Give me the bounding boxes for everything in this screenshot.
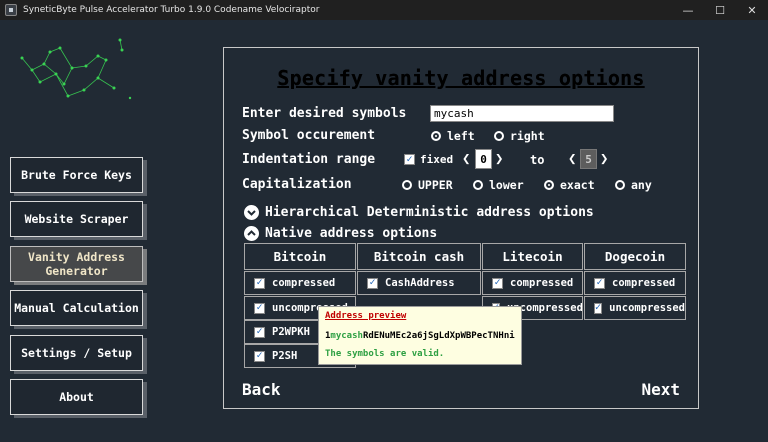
address-preview-tooltip: Address preview 1mycashRdENuMEc2a6jSgLdX…: [318, 306, 522, 365]
occurrence-label: Symbol occurement: [242, 128, 376, 143]
tooltip-title: Address preview: [325, 311, 407, 321]
indentation-label: Indentation range: [242, 152, 376, 167]
radio-upper-dot[interactable]: [402, 180, 412, 190]
doge-uncompressed-check-icon[interactable]: ✓: [594, 302, 603, 314]
close-button[interactable]: ✕: [736, 0, 768, 20]
radio-exact[interactable]: exact: [544, 178, 595, 192]
chevron-down-icon[interactable]: [244, 205, 259, 220]
doge-compressed-option[interactable]: ✓ compressed: [584, 271, 686, 295]
range-to-decrement-icon[interactable]: ❮: [568, 151, 576, 167]
nav-manual-calculation[interactable]: Manual Calculation: [10, 290, 143, 326]
symbols-input[interactable]: mycash: [430, 105, 614, 122]
radio-lower-dot[interactable]: [473, 180, 483, 190]
native-options-expander[interactable]: Native address options: [244, 226, 437, 241]
back-button[interactable]: Back: [242, 380, 281, 399]
btc-uncompressed-check-icon[interactable]: ✓: [254, 302, 265, 314]
radio-any-dot[interactable]: [615, 180, 625, 190]
ltc-compressed-check-icon[interactable]: ✓: [492, 277, 503, 289]
maximize-button[interactable]: ☐: [704, 0, 736, 20]
radio-any[interactable]: any: [615, 178, 652, 192]
nav-settings-setup[interactable]: Settings / Setup: [10, 335, 143, 371]
radio-left-dot[interactable]: [431, 131, 441, 141]
radio-lower[interactable]: lower: [473, 178, 524, 192]
constellation-logo: [20, 38, 132, 100]
window-title: SyneticByte Pulse Accelerator Turbo 1.9.…: [23, 5, 320, 15]
nav-brute-force-keys[interactable]: Brute Force Keys: [10, 157, 143, 193]
ltc-compressed-option[interactable]: ✓ compressed: [482, 271, 583, 295]
title-bar: SyneticByte Pulse Accelerator Turbo 1.9.…: [0, 0, 768, 20]
radio-right-dot[interactable]: [494, 131, 504, 141]
column-header-bitcoin-cash: Bitcoin cash: [357, 243, 481, 270]
column-header-bitcoin: Bitcoin: [244, 243, 356, 270]
symbols-label: Enter desired symbols: [242, 106, 407, 121]
btc-compressed-option[interactable]: ✓ compressed: [244, 271, 356, 295]
chevron-up-icon[interactable]: [244, 226, 259, 241]
minimize-button[interactable]: —: [672, 0, 704, 20]
next-button[interactable]: Next: [641, 380, 680, 399]
fixed-checkbox[interactable]: ✓ fixed: [404, 153, 453, 166]
address-preview: 1mycashRdENuMEc2a6jSgLdXpWBPecTNHni: [325, 331, 515, 341]
nav-vanity-address-generator[interactable]: Vanity Address Generator: [10, 246, 143, 282]
doge-compressed-check-icon[interactable]: ✓: [594, 277, 605, 289]
range-to-value: 5: [580, 149, 597, 169]
validation-status: The symbols are valid.: [325, 349, 445, 359]
capitalization-label: Capitalization: [242, 177, 352, 192]
btc-p2wpkh-check-icon[interactable]: ✓: [254, 326, 265, 338]
address-symbols: mycash: [330, 331, 363, 341]
btc-compressed-check-icon[interactable]: ✓: [254, 277, 265, 289]
nav-about[interactable]: About: [10, 379, 143, 415]
hd-options-expander[interactable]: Hierarchical Deterministic address optio…: [244, 205, 594, 220]
radio-exact-dot[interactable]: [544, 180, 554, 190]
bch-cashaddress-option[interactable]: ✓ CashAddress: [357, 271, 481, 295]
range-to-label: to: [530, 153, 545, 167]
column-header-dogecoin: Dogecoin: [584, 243, 686, 270]
radio-left[interactable]: left: [431, 129, 475, 143]
nav-website-scraper[interactable]: Website Scraper: [10, 201, 143, 237]
bch-cashaddress-check-icon[interactable]: ✓: [367, 277, 378, 289]
doge-uncompressed-option[interactable]: ✓ uncompressed: [584, 296, 686, 320]
page-title: Specify vanity address options: [277, 66, 645, 90]
app-icon: [5, 4, 17, 16]
radio-right[interactable]: right: [494, 129, 545, 143]
range-from-decrement-icon[interactable]: ❮: [462, 151, 470, 167]
range-from-value[interactable]: 0: [475, 149, 492, 169]
range-to-increment-icon[interactable]: ❯: [600, 151, 608, 167]
btc-p2sh-check-icon[interactable]: ✓: [254, 350, 265, 362]
fixed-check-icon[interactable]: ✓: [404, 154, 415, 165]
column-header-litecoin: Litecoin: [482, 243, 583, 270]
radio-upper[interactable]: UPPER: [402, 178, 453, 192]
range-from-increment-icon[interactable]: ❯: [495, 151, 503, 167]
